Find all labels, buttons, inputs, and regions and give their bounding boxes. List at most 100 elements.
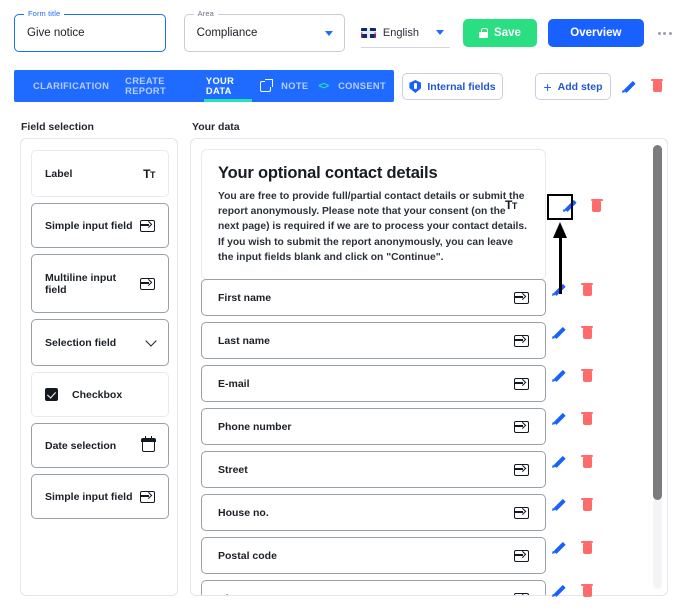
palette-item-label[interactable]: Label TT	[31, 150, 169, 197]
save-button[interactable]: Save	[463, 19, 537, 47]
input-field-icon	[514, 334, 529, 347]
palette-item-simple-input-2[interactable]: Simple input field	[31, 474, 169, 519]
input-field-icon	[140, 277, 155, 290]
external-link-icon[interactable]	[258, 80, 273, 92]
delete-step-trash-icon[interactable]	[651, 78, 663, 92]
row-actions	[552, 325, 593, 339]
checkbox-checked-icon	[45, 388, 58, 401]
your-data-title: Your data	[192, 121, 240, 133]
vertical-scrollbar[interactable]	[653, 145, 662, 589]
row-actions	[552, 368, 593, 382]
top-header: Form title Give notice Area Compliance E…	[0, 0, 688, 66]
input-field-icon	[140, 219, 155, 232]
area-select[interactable]: Area Compliance	[183, 9, 345, 52]
tab-create-report[interactable]: CREATE REPORT	[117, 70, 198, 102]
row-delete-trash-icon[interactable]	[581, 368, 593, 382]
shield-icon	[409, 80, 422, 93]
palette-item-selection-field[interactable]: Selection field	[31, 319, 169, 366]
row-delete-trash-icon[interactable]	[581, 497, 593, 511]
palette-item-label-text: Label	[45, 167, 73, 180]
code-icon[interactable]: <>	[316, 81, 330, 92]
input-field-icon	[514, 592, 529, 595]
tab-consent[interactable]: CONSENT	[330, 70, 394, 102]
row-delete-trash-icon[interactable]	[581, 325, 593, 339]
table-row[interactable]: City	[201, 580, 546, 596]
row-delete-trash-icon[interactable]	[581, 583, 593, 597]
intro-heading: Your optional contact details	[218, 164, 438, 182]
row-edit-pencil-icon[interactable]	[552, 325, 566, 339]
palette-item-date-selection[interactable]: Date selection	[31, 423, 169, 468]
language-selector[interactable]: English	[360, 18, 451, 48]
table-row[interactable]: Postal code	[201, 537, 546, 574]
row-delete-trash-icon[interactable]	[581, 540, 593, 554]
overview-button-label: Overview	[570, 27, 622, 39]
form-title-legend: Form title	[24, 9, 65, 18]
row-edit-pencil-icon[interactable]	[552, 497, 566, 511]
row-label: House no.	[218, 506, 269, 519]
internal-fields-button[interactable]: Internal fields	[402, 73, 503, 100]
intro-delete-trash-button[interactable]	[590, 198, 603, 212]
table-row[interactable]: Street	[201, 451, 546, 488]
input-field-icon	[514, 463, 529, 476]
add-step-button[interactable]: + Add step	[535, 73, 611, 100]
row-actions	[552, 454, 593, 468]
row-actions	[552, 540, 593, 554]
language-label: English	[382, 26, 419, 39]
table-row[interactable]: E-mail	[201, 365, 546, 402]
row-edit-pencil-icon[interactable]	[552, 454, 566, 468]
row-label: E-mail	[218, 377, 250, 390]
tab-your-data[interactable]: YOUR DATA	[198, 70, 258, 102]
input-field-icon	[514, 506, 529, 519]
overview-button[interactable]: Overview	[547, 19, 644, 47]
edit-step-pencil-icon[interactable]	[622, 79, 636, 93]
up-arrow-annotation	[553, 222, 567, 294]
palette-item-multiline-input[interactable]: Multiline input field	[31, 254, 169, 313]
row-delete-trash-icon[interactable]	[581, 411, 593, 425]
internal-fields-label: Internal fields	[427, 80, 496, 93]
palette-item-label-text: Simple input field	[45, 490, 133, 503]
row-edit-pencil-icon[interactable]	[552, 583, 566, 597]
table-row[interactable]: First name	[201, 279, 546, 316]
table-row[interactable]: Last name	[201, 322, 546, 359]
row-edit-pencil-icon[interactable]	[552, 540, 566, 554]
step-tab-bar: CLARIFICATION CREATE REPORT YOUR DATA NO…	[14, 70, 394, 102]
lock-save-icon	[479, 28, 489, 38]
plus-icon: +	[543, 78, 552, 95]
table-row[interactable]: House no.	[201, 494, 546, 531]
row-actions	[552, 583, 593, 597]
palette-item-checkbox[interactable]: Checkbox	[31, 372, 169, 417]
palette-item-label-text: Simple input field	[45, 219, 133, 232]
table-row[interactable]: Phone number	[201, 408, 546, 445]
add-step-label: Add step	[557, 80, 603, 93]
row-edit-pencil-icon[interactable]	[552, 411, 566, 425]
scrollbar-thumb[interactable]	[653, 145, 662, 500]
annotation-highlight-box	[547, 194, 573, 220]
area-legend: Area	[193, 9, 218, 18]
area-value: Compliance	[196, 27, 258, 39]
form-title-input[interactable]: Form title Give notice	[14, 9, 166, 52]
row-label: City	[218, 593, 238, 596]
intro-body-text: You are free to provide full/partial con…	[218, 191, 527, 263]
intro-text-block[interactable]: Your optional contact details You are fr…	[201, 149, 546, 281]
text-format-icon: TT	[505, 198, 517, 212]
chevron-down-icon	[145, 334, 157, 347]
input-field-icon	[140, 490, 155, 503]
tab-note[interactable]: NOTE	[273, 70, 316, 102]
field-selection-title: Field selection	[21, 121, 94, 133]
palette-item-label-text: Multiline input field	[45, 271, 117, 296]
row-delete-trash-icon[interactable]	[581, 282, 593, 296]
chevron-down-icon	[436, 30, 445, 35]
palette-item-label-text: Selection field	[45, 336, 117, 349]
row-actions	[552, 497, 593, 511]
input-field-icon	[514, 377, 529, 390]
row-edit-pencil-icon[interactable]	[552, 368, 566, 382]
field-selection-panel: Label TT Simple input field Multiline in…	[20, 138, 178, 596]
row-label: First name	[218, 291, 272, 304]
row-delete-trash-icon[interactable]	[581, 454, 593, 468]
row-label: Phone number	[218, 420, 292, 433]
kebab-menu-icon[interactable]	[656, 26, 674, 41]
palette-item-simple-input[interactable]: Simple input field	[31, 203, 169, 248]
tab-clarification[interactable]: CLARIFICATION	[25, 70, 117, 102]
palette-item-label-text: Checkbox	[72, 388, 123, 401]
form-title-value: Give notice	[27, 27, 85, 39]
